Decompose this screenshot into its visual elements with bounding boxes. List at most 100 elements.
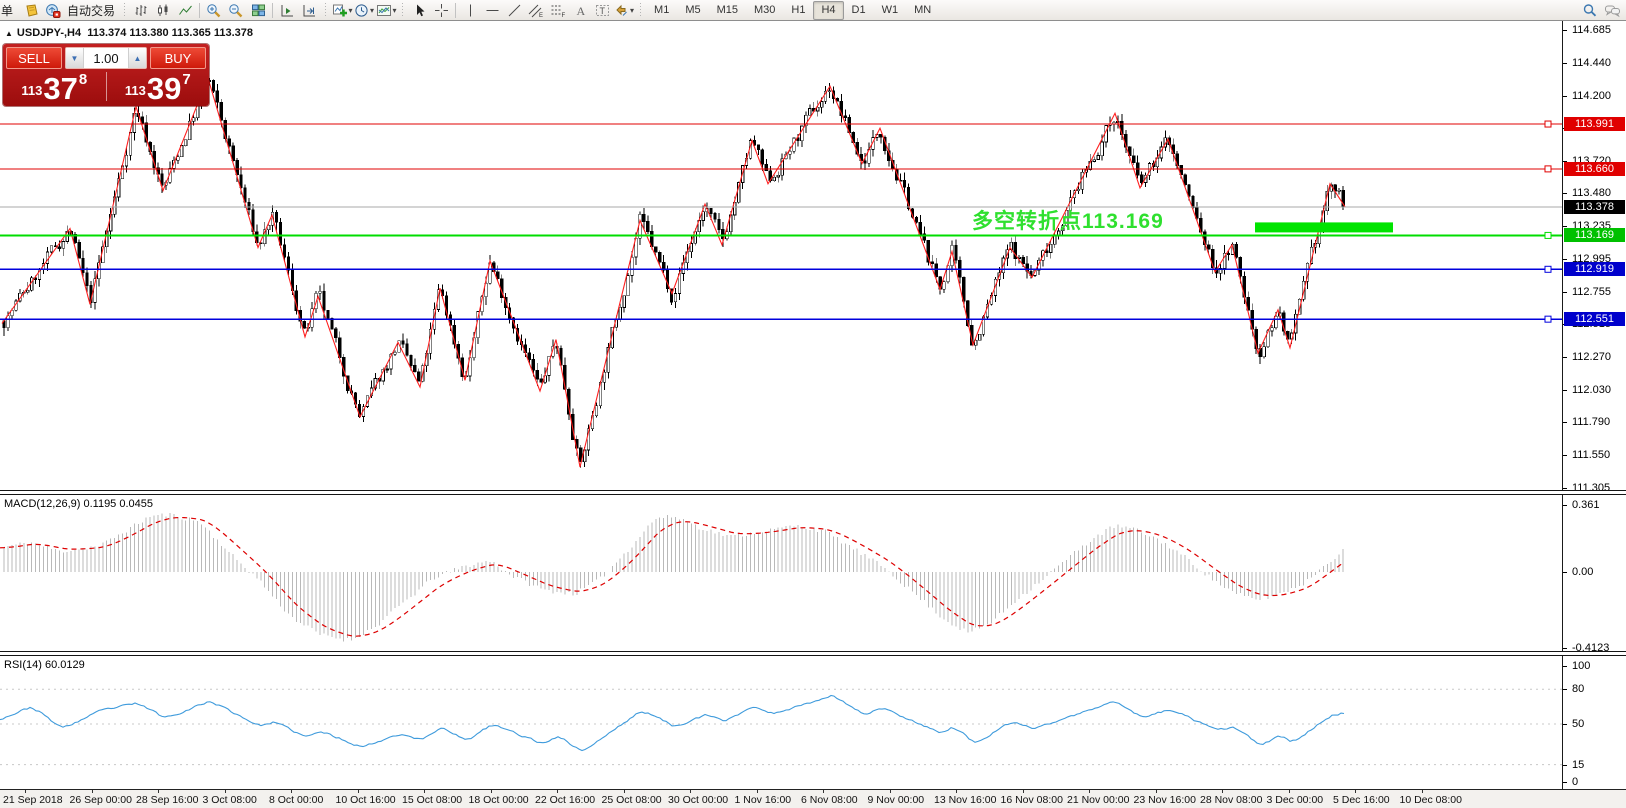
price-chart-panel[interactable]: ▲ USDJPY-,H4 113.374 113.380 113.365 113.… [0,21,1562,490]
timeframe-button-m15[interactable]: M15 [709,1,746,20]
channel-tool-button[interactable]: E [525,1,547,19]
price-tick-label: 114.685 [1572,24,1611,36]
timeframe-button-m1[interactable]: M1 [646,1,677,20]
price-tick-mark [1563,193,1567,194]
macd-label: MACD(12,26,9) 0.1195 0.0455 [4,498,153,510]
text-icon: A [573,3,588,18]
date-tick-mark [624,790,625,793]
timeframe-button-m5[interactable]: M5 [677,1,708,20]
date-label: 22 Oct 16:00 [535,794,595,806]
hline-handle-113.991[interactable] [1545,121,1551,127]
timeframe-button-w1[interactable]: W1 [874,1,907,20]
toolbar: 单 自动交易 ▾ ▾ ▾ [0,0,1626,21]
autotrading-icon [45,3,61,18]
chart-shift-button[interactable] [298,1,320,19]
one-click-panel-toggle[interactable]: ▲ [5,29,13,38]
text-tool-button[interactable]: A [569,1,591,19]
price-chart-canvas[interactable] [0,21,1562,490]
tile-windows-button[interactable] [247,1,269,19]
zigzag-line[interactable] [2,78,1345,467]
date-label: 8 Oct 00:00 [269,794,323,806]
toolbar-grip[interactable] [400,3,405,17]
rsi-tick-label: 0 [1572,776,1578,788]
toolbar-grip[interactable] [122,3,127,17]
date-label: 1 Nov 16:00 [735,794,792,806]
ask-price[interactable]: 113397 [107,70,210,103]
timeframe-button-d1[interactable]: D1 [844,1,874,20]
date-label: 6 Nov 08:00 [801,794,858,806]
buy-button[interactable]: BUY [150,47,206,69]
price-axis[interactable]: 114.685114.440114.200113.960113.720113.4… [1562,21,1626,789]
panel-divider[interactable] [0,651,1626,656]
periods-menu-button[interactable]: ▾ [353,1,375,19]
price-tick-mark [1563,96,1567,97]
volume-decrease-button[interactable]: ▼ [66,48,84,68]
rsi-canvas[interactable] [0,656,1562,789]
text-label-tool-button[interactable]: T [591,1,613,19]
history-icon [24,3,39,18]
auto-scroll-button[interactable] [276,1,298,19]
timeframe-button-mn[interactable]: MN [906,1,939,20]
date-axis[interactable]: 21 Sep 201826 Sep 00:0028 Sep 16:003 Oct… [0,789,1626,808]
hline-handle-113.169[interactable] [1545,232,1551,238]
panel-divider[interactable] [0,490,1626,495]
date-label: 9 Nov 00:00 [868,794,925,806]
tile-windows-icon [251,3,266,18]
timeframe-button-m30[interactable]: M30 [746,1,783,20]
zoom-out-button[interactable] [225,1,247,19]
timeframe-button-h4[interactable]: H4 [813,1,843,20]
rsi-tick-label: 50 [1572,718,1584,730]
bar-chart-button[interactable] [130,1,152,19]
macd-histogram [4,513,1343,641]
timeframe-button-h1[interactable]: H1 [783,1,813,20]
volume-input[interactable] [84,48,128,68]
toolbar-grip[interactable] [323,3,328,17]
zoom-in-button[interactable] [203,1,225,19]
sell-button[interactable]: SELL [6,47,62,69]
crosshair-tool-button[interactable] [430,1,452,19]
autotrading-label[interactable]: 自动交易 [67,2,115,19]
new-order-button[interactable]: 单 [1,2,13,19]
turning-point-highlight-bar[interactable] [1255,222,1393,232]
date-label: 16 Nov 08:00 [1001,794,1063,806]
arrows-icon [614,3,629,18]
hline-handle-113.660[interactable] [1545,166,1551,172]
bid-price[interactable]: 113378 [3,70,106,103]
bid-pip: 8 [79,72,87,87]
date-label: 26 Sep 00:00 [70,794,132,806]
trendline-tool-button[interactable] [503,1,525,19]
chat-button[interactable] [1601,1,1623,19]
macd-canvas[interactable] [0,495,1562,651]
date-tick-mark [557,790,558,793]
search-button[interactable] [1579,1,1601,19]
price-level-chip-112.551: 112.551 [1564,312,1625,326]
rsi-tick-mark [1563,689,1567,690]
vertical-line-tool-button[interactable] [459,1,481,19]
macd-panel[interactable]: MACD(12,26,9) 0.1195 0.0455 [0,495,1562,651]
chat-icon [1604,3,1621,18]
price-tick-label: 114.200 [1572,90,1611,102]
cursor-tool-button[interactable] [408,1,430,19]
price-tick-label: 112.755 [1572,286,1611,298]
date-tick-mark [823,790,824,793]
ask-pip: 7 [182,72,190,87]
fibonacci-tool-button[interactable]: F [547,1,569,19]
candlestick-chart-button[interactable] [152,1,174,19]
arrows-menu-button[interactable]: ▾ [613,1,635,19]
horizontal-line-tool-button[interactable] [481,1,503,19]
rsi-panel[interactable]: RSI(14) 60.0129 [0,656,1562,789]
history-icon[interactable] [20,1,42,19]
hline-handle-112.919[interactable] [1545,266,1551,272]
autotrading-button[interactable] [42,1,64,19]
macd-tick-mark [1563,505,1567,506]
template-icon [376,3,392,18]
date-tick-mark [1089,790,1090,793]
indicators-menu-button[interactable]: ▾ [331,1,353,19]
vertical-line-icon [463,3,478,18]
volume-increase-button[interactable]: ▲ [128,48,146,68]
line-chart-button[interactable] [174,1,196,19]
toolbar-grip[interactable] [638,3,643,17]
templates-menu-button[interactable]: ▾ [375,1,397,19]
chart-title-text: USDJPY-,H4 113.374 113.380 113.365 113.3… [17,27,253,39]
hline-handle-112.551[interactable] [1545,316,1551,322]
